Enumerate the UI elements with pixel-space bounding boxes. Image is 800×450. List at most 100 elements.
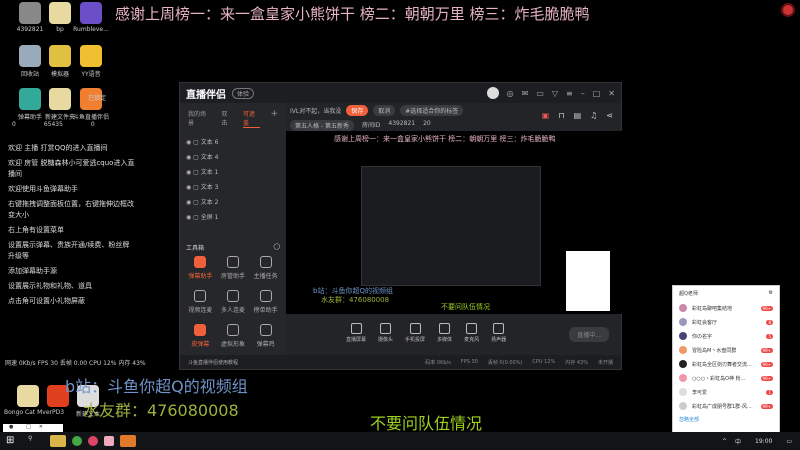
stream-preview[interactable]: 感谢上周榜一：来一盒皇家小熊饼干 榜二：朝朝万里 榜三：炸毛脆脆鸭 b站：斗鱼你… [286, 131, 622, 314]
layer-item[interactable]: ◉ ▢ 文本 3 [180, 179, 286, 194]
control-button[interactable]: 扬声器 [491, 323, 506, 343]
maximize-icon[interactable]: □ [593, 89, 601, 98]
tool-item[interactable]: 弹幕助手 [184, 256, 217, 280]
eye-icon[interactable]: ◉ [186, 214, 191, 221]
notification-item[interactable]: 彩虹岛聊吧集结地 99+ [673, 301, 779, 315]
control-button[interactable]: 手机投屏 [405, 323, 425, 343]
ignore-all-link[interactable]: 忽略全部 [673, 413, 779, 426]
desktop-icon-image [80, 45, 102, 67]
tool-item[interactable]: 多人连麦 [217, 290, 250, 314]
ime-indicator[interactable]: 中 [735, 437, 741, 446]
eye-icon[interactable]: ◉ [186, 139, 191, 146]
notification-item[interactable]: 你の名字 5 [673, 329, 779, 343]
go-live-button[interactable]: 直播中... [569, 327, 609, 342]
add-scene-icon[interactable]: + [270, 109, 278, 128]
tool-item[interactable]: 房管助手 [217, 256, 250, 280]
desktop-icon[interactable]: YY语音 [66, 45, 116, 78]
share-icon[interactable]: ⋖ [606, 111, 613, 120]
control-button[interactable]: 摄像头 [378, 323, 393, 343]
notification-item[interactable]: 李可爱 1 [673, 385, 779, 399]
chat-line: 右上角有设置菜单 [8, 226, 64, 234]
desktop-icon-image [80, 2, 102, 24]
toolbox-settings-icon[interactable]: ◯ [273, 243, 280, 252]
dropped-frames: 丢帧 0(0.00%) [487, 359, 523, 366]
gift-icon[interactable]: ▣ [542, 111, 550, 120]
search-icon[interactable]: ⚲ [28, 435, 44, 447]
clock[interactable]: 19:00 [755, 438, 772, 445]
layer-item[interactable]: ◉ ▢ 文本 1 [180, 164, 286, 179]
tab-cover[interactable]: 可遮盖 [242, 109, 261, 128]
bitrate: 码率 0Kb/s [425, 359, 451, 366]
tag-button[interactable]: #选择适合你的标签 [400, 105, 464, 116]
control-button[interactable]: 直播屏幕 [346, 323, 366, 343]
bell-icon[interactable]: ♫ [590, 111, 597, 120]
skin-icon[interactable]: ▽ [552, 89, 558, 98]
eye-icon[interactable]: ◉ [186, 169, 191, 176]
unlock-icon[interactable]: ⊓ [558, 111, 564, 120]
layer-item[interactable]: ◉ ▢ 文本 4 [180, 149, 286, 164]
tool-label: 视频连麦 [188, 307, 213, 314]
tray-chevron-icon[interactable]: ^ [722, 438, 727, 445]
tab-my-scenes[interactable]: 我的场景 [188, 109, 211, 128]
lock-icon[interactable]: ▢ [193, 199, 199, 206]
chat-line: 欢迎 房管 脱糖森林小可爱逃cquo进入直播间 [8, 159, 135, 178]
control-button[interactable]: 麦克风 [464, 323, 479, 343]
box-icon[interactable]: ▤ [574, 111, 582, 120]
notification-item[interactable]: 彩虹会客厅 8 [673, 315, 779, 329]
lock-icon[interactable]: ▢ [193, 214, 199, 221]
tool-item[interactable]: 虚拟形象 [217, 324, 250, 348]
mail-icon[interactable]: ✉ [522, 89, 529, 98]
eye-icon[interactable]: ◉ [186, 154, 191, 161]
notification-item[interactable]: 冒险岛M丶水盘同群 99+ [673, 343, 779, 357]
headset-icon[interactable]: ◎ [507, 89, 514, 98]
tab-double[interactable]: 双击 [221, 109, 233, 128]
avatar[interactable] [486, 87, 499, 99]
unread-badge: 99+ [760, 347, 773, 353]
settings-icon[interactable]: ⚙ [769, 290, 773, 297]
notification-name: 你の名字 [692, 333, 713, 340]
app-icon[interactable] [104, 436, 114, 446]
start-icon[interactable]: ⊞ [6, 435, 22, 447]
tutorial-link[interactable]: 斗鱼直播伴侣使用教程 [188, 359, 238, 366]
chat-line: 设置展示礼物和礼物、道具 [8, 282, 92, 290]
record-icon[interactable] [781, 3, 795, 17]
chat-line: 欢迎使用斗鱼弹幕助手 [8, 185, 78, 193]
message-icon[interactable]: ▭ [536, 89, 544, 98]
cpu: CPU 12% [532, 359, 556, 365]
tool-item[interactable]: 主播任务 [249, 256, 282, 280]
notification-item[interactable]: 彩虹岛全区剑刃舞者交流... 99+ [673, 357, 779, 371]
live-companion-taskbar-icon[interactable] [120, 435, 136, 447]
memory: 内存 43% [565, 359, 588, 366]
stream-title[interactable]: IVL对不起，当我没 [290, 106, 341, 115]
eye-icon[interactable]: ◉ [186, 184, 191, 191]
lock-icon[interactable]: ▢ [193, 169, 199, 176]
tool-item[interactable]: 榜单助手 [249, 290, 282, 314]
layer-item[interactable]: ◉ ▢ 全屏 1 [180, 209, 286, 224]
notification-name: 李可爱 [692, 389, 708, 396]
minimize-icon[interactable]: – [581, 89, 585, 98]
tool-item[interactable]: 弹幕鸡 [249, 324, 282, 348]
category-button[interactable]: 第五人格 - 第五新秀 [290, 120, 354, 131]
chat-line: 欢迎 主播 打赏QQ的进入直播间 [8, 144, 108, 152]
desktop-icon[interactable]: Rumbleve... [66, 2, 116, 33]
lock-icon[interactable]: ▢ [193, 139, 199, 146]
explorer-icon[interactable] [50, 435, 66, 447]
app-icon[interactable] [72, 436, 82, 446]
version-badge[interactable]: 体验 [232, 87, 255, 99]
tool-item[interactable]: 视频连麦 [184, 290, 217, 314]
action-center-icon[interactable]: ▭ [786, 438, 792, 445]
control-button[interactable]: 多媒体 [437, 323, 452, 343]
save-button[interactable]: 保存 [346, 105, 369, 116]
lock-icon[interactable]: ▢ [193, 184, 199, 191]
menu-icon[interactable]: ≡ [566, 89, 573, 98]
lock-icon[interactable]: ▢ [193, 154, 199, 161]
app-icon[interactable] [88, 436, 98, 446]
notification-item[interactable]: ○○○・彩虹岛O神 粉... 99+ [673, 371, 779, 385]
layer-item[interactable]: ◉ ▢ 文本 6 [180, 134, 286, 149]
notification-item[interactable]: 彩虹岛广成朋号群1群-风... 99+ [673, 399, 779, 413]
tool-item[interactable]: 皮弹幕 [184, 324, 217, 348]
close-icon[interactable]: ✕ [608, 89, 615, 98]
layer-item[interactable]: ◉ ▢ 文本 2 [180, 194, 286, 209]
eye-icon[interactable]: ◉ [186, 199, 191, 206]
cancel-button[interactable]: 取消 [373, 105, 396, 116]
